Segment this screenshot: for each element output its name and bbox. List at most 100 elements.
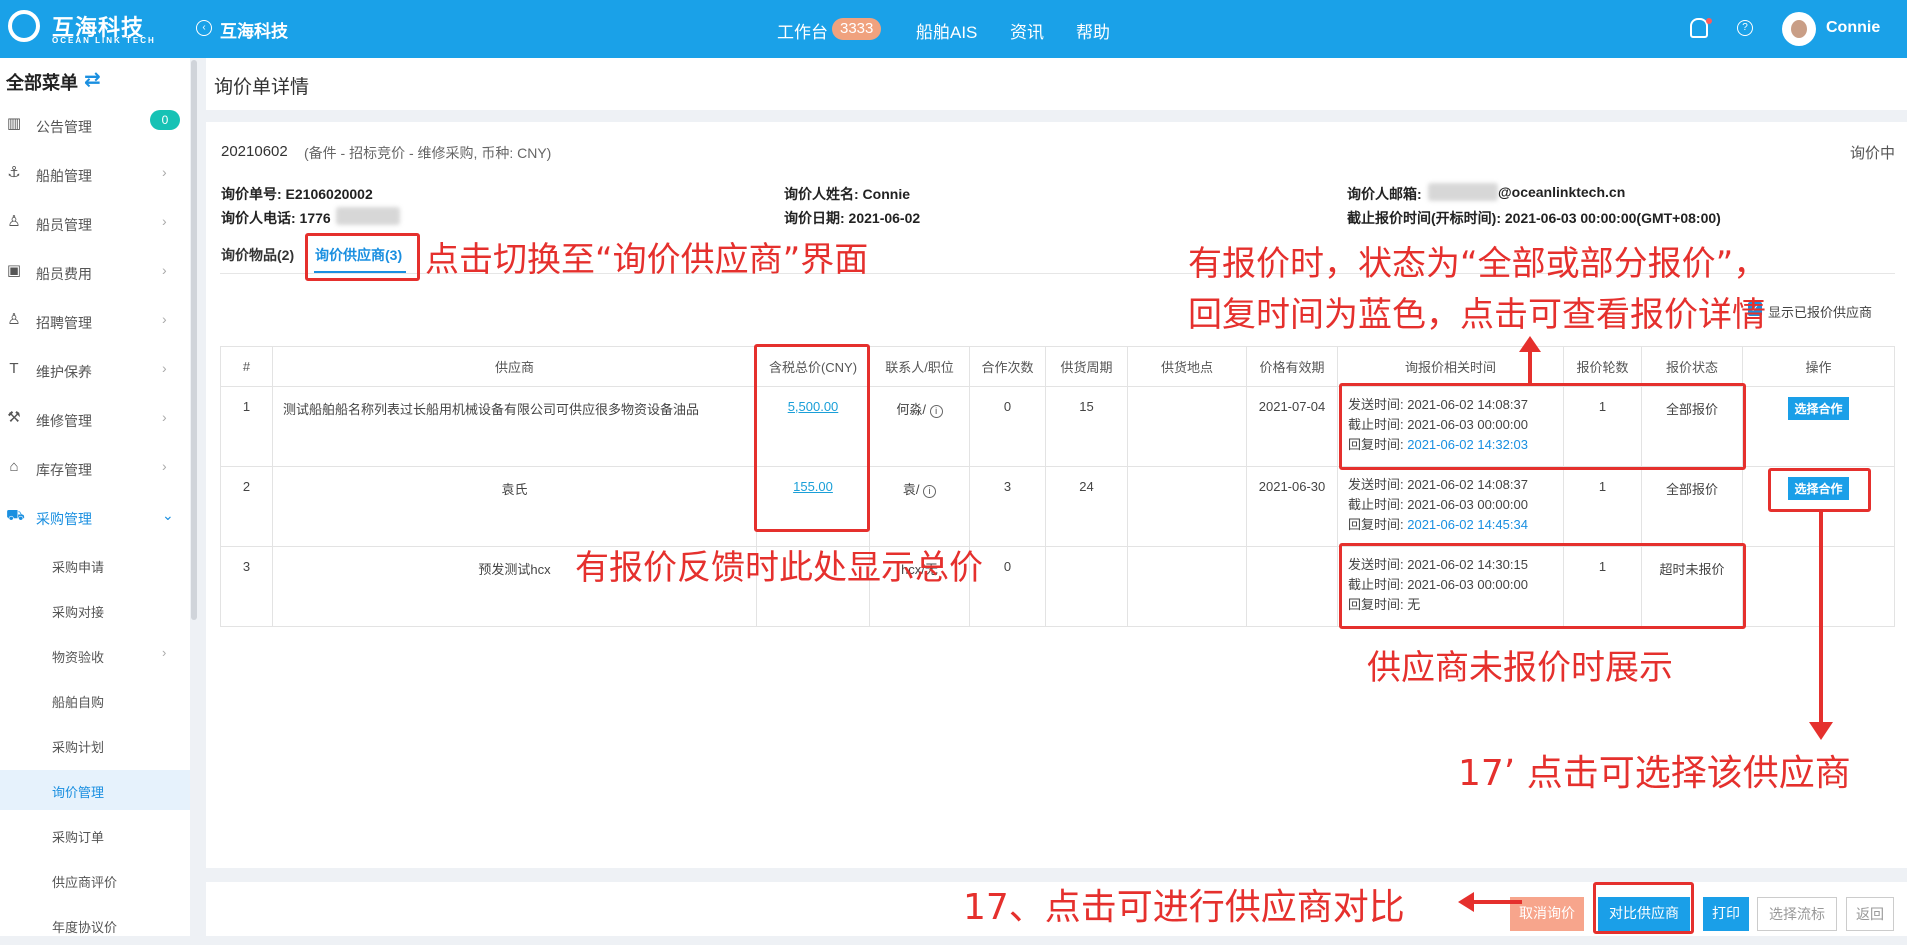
col-header: 供货地点 <box>1127 346 1247 387</box>
avatar[interactable] <box>1782 12 1816 46</box>
status-badge: 询价中 <box>1850 145 1896 162</box>
price-valid <box>1246 546 1338 627</box>
chevron-right-icon: › <box>162 213 167 229</box>
page-title: 询价单详情 <box>214 77 310 98</box>
chevron-right-icon: › <box>162 645 167 660</box>
inquiry-date: 询价日期: 2021-06-02 <box>784 210 921 226</box>
show-quoted-label: 显示已报价供应商 <box>1768 305 1873 320</box>
print-button[interactable]: 打印 <box>1703 897 1749 931</box>
inquirer-email: @oceanlinktech.cn <box>1498 184 1626 200</box>
nav-workbench[interactable]: 工作台 <box>777 18 828 43</box>
col-header: 价格有效期 <box>1246 346 1338 387</box>
sidebar-sub-acceptance[interactable]: 物资验收 › <box>0 635 190 675</box>
sidebar-item-label: 采购管理 <box>36 511 92 527</box>
supply-cycle: 24 <box>1045 466 1128 547</box>
nav-news[interactable]: 资讯 <box>1010 18 1044 43</box>
info-icon[interactable]: i <box>923 485 937 498</box>
sidebar-item-maintenance[interactable]: T 维护保养 › <box>0 355 190 385</box>
coop-times: 3 <box>969 466 1046 547</box>
sidebar-scrollbar[interactable] <box>191 60 197 620</box>
notification-dot <box>1706 18 1712 24</box>
chevron-right-icon: › <box>162 360 167 376</box>
row-number: 1 <box>220 386 273 467</box>
user-name[interactable]: Connie <box>1826 19 1880 37</box>
sidebar-sub-annual-price[interactable]: 年度协议价 <box>0 905 190 945</box>
col-header: 合作次数 <box>969 346 1046 387</box>
select-cooperation-button[interactable]: 选择合作 <box>1788 397 1849 420</box>
sub-item-label: 询价管理 <box>52 785 105 800</box>
arrow-up-head <box>1519 336 1541 352</box>
sidebar-item-crew[interactable]: ♙ 船员管理 › <box>0 208 190 238</box>
annotation-reply-note-2: 回复时间为蓝色，点击可查看报价详情 <box>1188 295 1766 335</box>
chevron-right-icon: › <box>162 458 167 474</box>
sidebar-item-label: 库存管理 <box>36 462 92 478</box>
sub-item-label: 采购计划 <box>52 740 105 755</box>
workbench-badge: 3333 <box>832 18 882 40</box>
book-icon: ▥ <box>6 115 22 132</box>
coop-times: 0 <box>969 386 1046 467</box>
sub-item-label: 物资验收 <box>52 650 105 665</box>
inquiry-no: 询价单号: E2106020002 <box>221 186 373 202</box>
inquirer-name: 询价人姓名: Connie <box>784 186 910 202</box>
menu-title: 全部菜单 <box>6 73 78 93</box>
sidebar-sub-purchase-request[interactable]: 采购申请 <box>0 545 190 585</box>
sidebar-sub-purchase-plan[interactable]: 采购计划 <box>0 725 190 765</box>
row-number: 3 <box>220 546 273 627</box>
arrow-down-head <box>1809 722 1833 740</box>
col-header: 操作 <box>1742 346 1895 387</box>
chevron-right-icon: › <box>162 409 167 425</box>
email-redaction <box>1428 183 1498 201</box>
annotation-compare-note: 17、点击可进行供应商对比 <box>963 887 1405 928</box>
quote-deadline: 截止报价时间(开标时间): 2021-06-03 00:00:00(GMT+08… <box>1347 210 1721 226</box>
sidebar-item-recruit[interactable]: ♙ 招聘管理 › <box>0 306 190 336</box>
table-header-row: # 供应商 含税总价(CNY) 联系人/职位 合作次数 供货周期 供货地点 价格… <box>220 346 1895 387</box>
col-header: 报价状态 <box>1641 346 1743 387</box>
send-time: 发送时间: 2021-06-02 14:08:37 <box>1348 477 1528 492</box>
annotation-arrow-left <box>1470 900 1522 904</box>
price-valid: 2021-07-04 <box>1246 386 1338 467</box>
reply-time-link[interactable]: 2021-06-02 14:45:34 <box>1407 517 1528 532</box>
logo-icon <box>8 10 40 42</box>
annotation-box-no-quote <box>1339 543 1746 629</box>
sidebar-sub-inquiry[interactable]: 询价管理 <box>0 770 190 810</box>
col-header: 报价轮数 <box>1563 346 1642 387</box>
arrow-left-head <box>1458 892 1474 912</box>
sidebar-sub-purchase-docking[interactable]: 采购对接 <box>0 590 190 630</box>
swap-icon[interactable]: ⇄ <box>84 67 101 92</box>
supply-place <box>1127 386 1247 467</box>
notice-badge: 0 <box>150 110 180 130</box>
nav-ship-ais[interactable]: 船舶AIS <box>916 18 977 43</box>
annotation-arrow-down <box>1819 512 1823 727</box>
sub-item-label: 采购申请 <box>52 560 105 575</box>
sidebar-sub-self-purchase[interactable]: 船舶自购 <box>0 680 190 720</box>
select-flow-button[interactable]: 选择流标 <box>1757 897 1837 931</box>
sidebar-item-crew-cost[interactable]: ▣ 船员费用 › <box>0 257 190 287</box>
back-button[interactable]: 返回 <box>1846 897 1894 931</box>
help-icon[interactable]: ? <box>1737 20 1753 36</box>
wallet-icon: ▣ <box>6 262 22 279</box>
info-icon[interactable]: i <box>929 405 943 418</box>
nav-help[interactable]: 帮助 <box>1076 18 1110 43</box>
logo-subtext: OCEAN LINK TECH <box>52 36 156 45</box>
sidebar-item-label: 公告管理 <box>36 119 92 135</box>
annotation-box-compare <box>1593 882 1694 934</box>
sidebar-item-repair[interactable]: ⚒ 维修管理 › <box>0 404 190 434</box>
col-header: # <box>220 346 273 387</box>
supply-cycle: 15 <box>1045 386 1128 467</box>
sidebar-sub-purchase-order[interactable]: 采购订单 <box>0 815 190 855</box>
tab-inquiry-items[interactable]: 询价物品(2) <box>221 245 294 265</box>
supply-cycle <box>1045 546 1128 627</box>
sub-item-label: 年度协议价 <box>52 920 118 935</box>
col-header: 联系人/职位 <box>869 346 970 387</box>
sub-item-label: 采购对接 <box>52 605 105 620</box>
chevron-right-icon: › <box>162 311 167 327</box>
sidebar-item-label: 船舶管理 <box>36 168 92 184</box>
sidebar-sub-supplier-eval[interactable]: 供应商评价 <box>0 860 190 900</box>
sidebar-item-inventory[interactable]: ⌂ 库存管理 › <box>0 453 190 483</box>
sidebar-item-ship[interactable]: ⚓ 船舶管理 › <box>0 159 190 189</box>
sidebar-item-label: 维修管理 <box>36 413 92 429</box>
back-icon[interactable]: ‹ <box>196 20 212 36</box>
inquiry-code: 20210602 <box>221 143 288 160</box>
quote-status: 全部报价 <box>1641 466 1743 547</box>
sidebar-item-purchase[interactable]: ⛟ 采购管理 ⌄ <box>0 502 190 532</box>
